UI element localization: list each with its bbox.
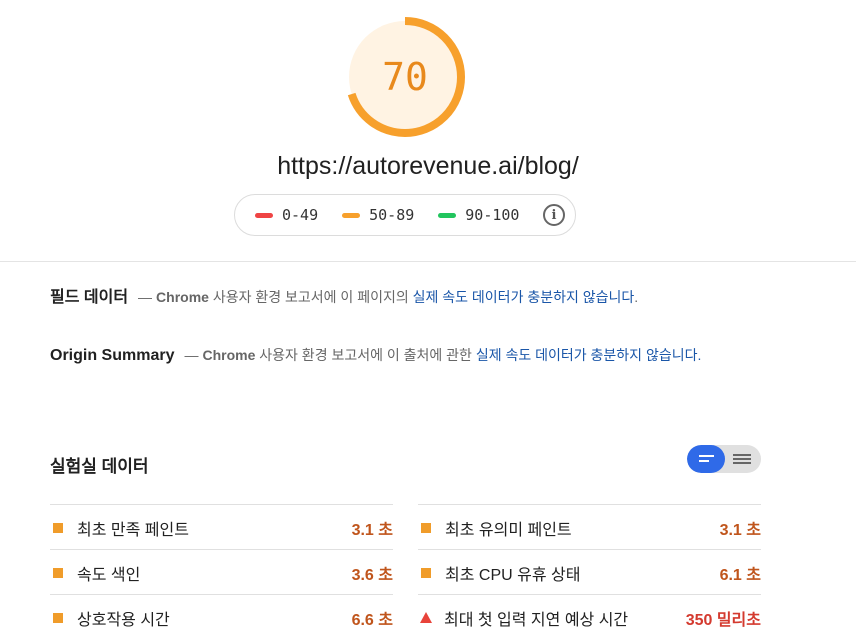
metric-time-to-interactive: 상호작용 시간 6.6 초	[50, 594, 393, 638]
metric-value: 6.6 초	[351, 611, 393, 629]
average-square-icon	[53, 612, 63, 623]
expanded-view-icon[interactable]	[725, 445, 761, 473]
metric-value: 3.6 초	[351, 566, 393, 584]
performance-score: 70	[382, 55, 428, 99]
average-square-icon	[53, 522, 63, 533]
page-url: https://autorevenue.ai/blog/	[277, 152, 579, 180]
fail-triangle-icon	[420, 612, 432, 623]
legend-item-fail: 0-49	[255, 206, 318, 224]
origin-summary-section: Origin Summary — Chrome 사용자 환경 보고서에 이 출처에 …	[50, 343, 712, 368]
average-square-icon	[53, 567, 63, 578]
metric-label: 속도 색인	[77, 566, 141, 584]
field-data-chrome: Chrome	[156, 289, 209, 305]
field-data-section: 필드 데이터 — Chrome 사용자 환경 보고서에 이 페이지의 실제 속도 데…	[50, 286, 810, 309]
metric-value: 3.1 초	[351, 521, 393, 539]
metric-label: 최대 첫 입력 지연 예상 시간	[444, 611, 629, 629]
legend-label: 90-100	[465, 206, 520, 224]
metric-label: 상호작용 시간	[77, 611, 170, 629]
metric-max-potential-fid: 최대 첫 입력 지연 예상 시간 350 밀리초	[418, 594, 761, 638]
score-gauge: 70	[344, 16, 466, 138]
metrics-view-toggle[interactable]	[687, 445, 761, 473]
origin-summary-text: 사용자 환경 보고서에 이 출처에 관한	[255, 347, 476, 363]
field-data-dash: —	[138, 289, 153, 305]
metric-first-meaningful-paint: 최초 유의미 페인트 3.1 초	[418, 504, 761, 550]
legend-item-average: 50-89	[342, 206, 414, 224]
lab-data-title: 실험실 데이터	[50, 457, 149, 476]
origin-summary-end: .	[697, 347, 702, 363]
legend-label: 50-89	[369, 206, 415, 224]
origin-summary-title: Origin Summary	[50, 347, 175, 364]
score-legend: 0-49 50-89 90-100 i	[234, 194, 576, 236]
average-square-icon	[421, 567, 431, 578]
info-icon[interactable]: i	[543, 204, 565, 226]
legend-bar-orange	[342, 212, 361, 218]
field-data-end: .	[634, 289, 639, 305]
metric-label: 최초 CPU 유휴 상태	[445, 566, 581, 584]
metric-value: 6.1 초	[719, 566, 761, 584]
legend-item-pass: 90-100	[438, 206, 519, 224]
average-square-icon	[421, 522, 431, 533]
metric-label: 최초 유의미 페인트	[445, 521, 572, 539]
legend-bar-red	[255, 212, 273, 218]
metric-label: 최초 만족 페인트	[77, 521, 189, 539]
legend-label: 0-49	[282, 206, 319, 224]
field-data-link[interactable]: 실제 속도 데이터가 충분하지 않습니다	[413, 289, 635, 305]
origin-summary-link[interactable]: 실제 속도 데이터가 충분하지 않습니다	[476, 347, 698, 363]
legend-bar-green	[438, 212, 457, 218]
field-data-title: 필드 데이터	[50, 289, 129, 306]
metric-speed-index: 속도 색인 3.6 초	[50, 549, 393, 595]
section-divider	[0, 261, 856, 262]
metric-first-contentful-paint: 최초 만족 페인트 3.1 초	[50, 504, 393, 550]
origin-summary-chrome: Chrome	[202, 347, 256, 363]
field-data-text: 사용자 환경 보고서에 이 페이지의	[208, 289, 413, 305]
origin-summary-dash: —	[184, 347, 199, 363]
compact-view-icon[interactable]	[687, 445, 725, 473]
metric-value: 350 밀리초	[685, 611, 761, 629]
metric-value: 3.1 초	[719, 521, 761, 539]
metric-first-cpu-idle: 최초 CPU 유휴 상태 6.1 초	[418, 549, 761, 595]
